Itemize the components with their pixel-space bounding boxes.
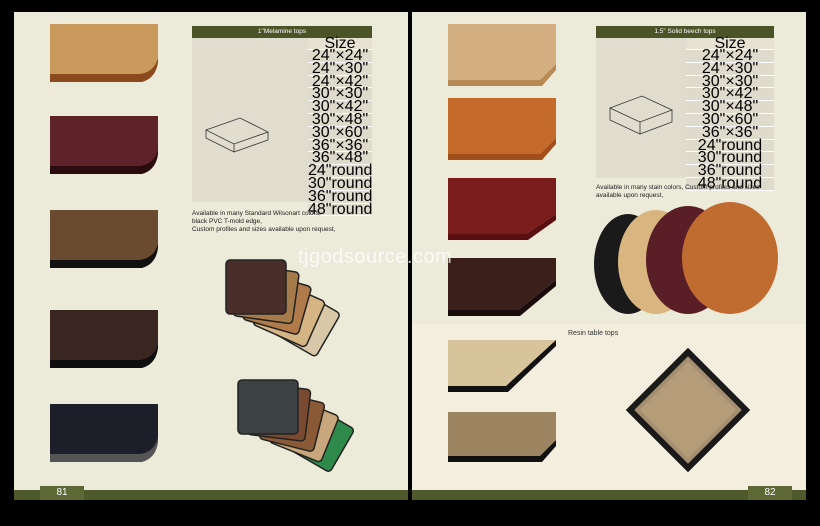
resin-swatch-burl: [448, 412, 556, 468]
melamine-swatch-maple: [50, 24, 158, 82]
beech-swatch-natural: [448, 24, 556, 86]
melamine-swatch-walnut: [50, 210, 158, 268]
page-number: 82: [748, 486, 792, 500]
watermark: tjgodsource.com: [298, 246, 453, 268]
melamine-swatch-espresso: [50, 310, 158, 368]
beech-round-tops: [592, 202, 792, 318]
beech-swatch-mahogany: [448, 178, 556, 240]
page-footer-bar: [412, 490, 806, 500]
resin-diamond-top: [620, 342, 756, 478]
resin-section-title: Resin table tops: [568, 330, 619, 337]
caption-line: Custom profiles and sizes available upon…: [192, 226, 336, 233]
beech-size-column: Size 24"×24" 24"×30" 30"×30" 30"×42" 30"…: [686, 36, 774, 191]
catalog-page-right: 1.5" Solid beech tops Size 24"×24" 24"×3…: [412, 12, 806, 500]
beech-table-title: 1.5" Solid beech tops: [596, 26, 774, 38]
beech-swatch-cherry: [448, 98, 556, 160]
caption-line: Available in many Standard Wilsonart col…: [192, 210, 321, 217]
melamine-caption: Available in many Standard Wilsonart col…: [192, 210, 392, 234]
beech-caption: Available in many stain colors, Custom p…: [596, 184, 796, 200]
melamine-stacked-samples-solid: [228, 376, 388, 476]
melamine-stacked-samples-wood: [212, 256, 382, 360]
melamine-swatch-black: [50, 404, 158, 462]
tabletop-outline-icon: [608, 95, 674, 135]
melamine-size-column: Size 24"×24" 24"×30" 24"×42" 30"×30" 30"…: [308, 36, 372, 217]
beech-table-image-cell: [596, 38, 686, 178]
melamine-table-image-cell: [192, 38, 308, 202]
tabletop-outline-icon: [204, 117, 270, 153]
page-number: 81: [40, 486, 84, 500]
caption-line: black PVC T-mold edge,: [192, 218, 262, 225]
melamine-swatch-mahogany: [50, 116, 158, 174]
caption-line: Available in many stain colors, Custom p…: [596, 184, 760, 191]
resin-swatch-light: [448, 340, 556, 396]
beech-swatch-dark-walnut: [448, 258, 556, 320]
caption-line: available upon request,: [596, 192, 664, 199]
